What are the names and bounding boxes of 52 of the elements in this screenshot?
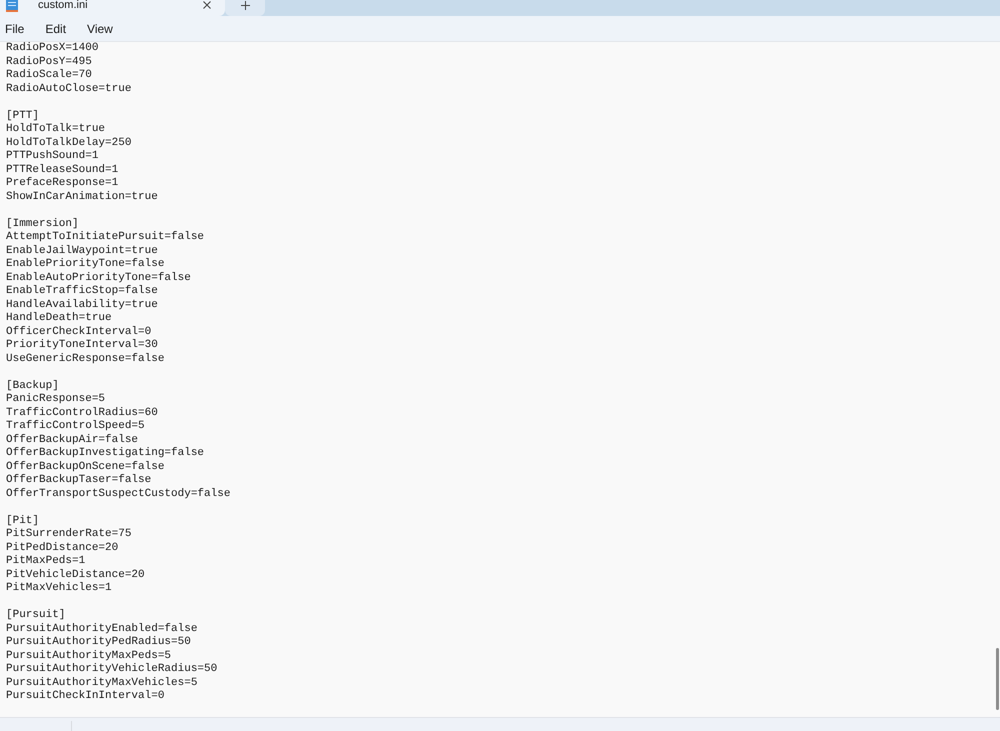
code-line: PursuitAuthorityMaxPeds=5 <box>6 650 172 663</box>
code-line: OfferBackupOnScene=false <box>6 460 164 474</box>
code-line: OfferBackupInvestigating=false <box>6 447 204 460</box>
plus-icon <box>240 0 250 10</box>
menu-item[interactable]: File <box>5 22 24 36</box>
code-line: PitSurrenderRate=75 <box>6 528 132 542</box>
code-line: OfferBackupTaser=false <box>6 474 152 488</box>
code-line: EnableJailWaypoint=true <box>6 244 158 258</box>
code-line: RadioPosX=1400 <box>6 42 98 56</box>
close-icon[interactable] <box>203 1 211 9</box>
code-line: PTTPushSound=1 <box>6 150 98 164</box>
code-line: OfferTransportSuspectCustody=false <box>6 488 230 501</box>
section-header: [Pit] <box>6 514 40 528</box>
section-header: [Backup] <box>6 380 59 393</box>
code-line: HoldToTalkDelay=250 <box>6 136 132 150</box>
code-line: EnableAutoPriorityTone=false <box>6 272 191 285</box>
code-line: PitPedDistance=20 <box>6 542 118 555</box>
code-line: RadioAutoClose=true <box>6 82 132 96</box>
code-line: EnablePriorityTone=false <box>6 258 164 272</box>
code-line: PitMaxVehicles=1 <box>6 582 112 596</box>
menu-item[interactable]: Edit <box>45 22 66 36</box>
code-line: PursuitAuthorityPedRadius=50 <box>6 636 191 650</box>
code-line: EnableTrafficStop=false <box>6 285 158 298</box>
scrollbar-thumb[interactable] <box>996 648 999 710</box>
code-line: TrafficControlRadius=60 <box>6 406 158 420</box>
code-line: PursuitAuthorityVehicleRadius=50 <box>6 663 218 676</box>
code-line: HandleDeath=true <box>6 312 112 326</box>
code-line: AttemptToInitiatePursuit=false <box>6 231 204 244</box>
menu-item[interactable]: View <box>87 22 113 36</box>
section-header: [Immersion] <box>6 218 79 231</box>
code-line: PTTReleaseSound=1 <box>6 164 118 177</box>
code-line: ShowInCarAnimation=true <box>6 190 158 204</box>
code-line: PitMaxPeds=1 <box>6 555 86 568</box>
code-line: OfficerCheckInterval=0 <box>6 326 152 339</box>
code-line: HandleAvailability=true <box>6 298 158 312</box>
new-tab-button[interactable] <box>225 0 265 16</box>
code-line: RadioPosY=495 <box>6 56 92 69</box>
code-line: RadioScale=70 <box>6 69 92 82</box>
code-line: HoldToTalk=true <box>6 123 106 136</box>
code-line: PursuitAuthorityMaxVehicles=5 <box>6 676 198 690</box>
code-line: PursuitCheckInInterval=0 <box>6 690 164 704</box>
code-line: TrafficControlSpeed=5 <box>6 420 145 434</box>
section-header: [PTT] <box>6 110 40 123</box>
code-line: PriorityToneInterval=30 <box>6 339 158 352</box>
section-header: [Pursuit] <box>6 609 66 622</box>
code-line: PanicResponse=5 <box>6 393 106 406</box>
code-line: OfferBackupAir=false <box>6 434 138 447</box>
code-line: PrefaceResponse=1 <box>6 177 118 190</box>
notepad-icon <box>5 0 19 12</box>
code-line: UseGenericResponse=false <box>6 352 164 366</box>
code-line: PursuitAuthorityEnabled=false <box>6 622 198 636</box>
code-line: PitVehicleDistance=20 <box>6 568 145 582</box>
